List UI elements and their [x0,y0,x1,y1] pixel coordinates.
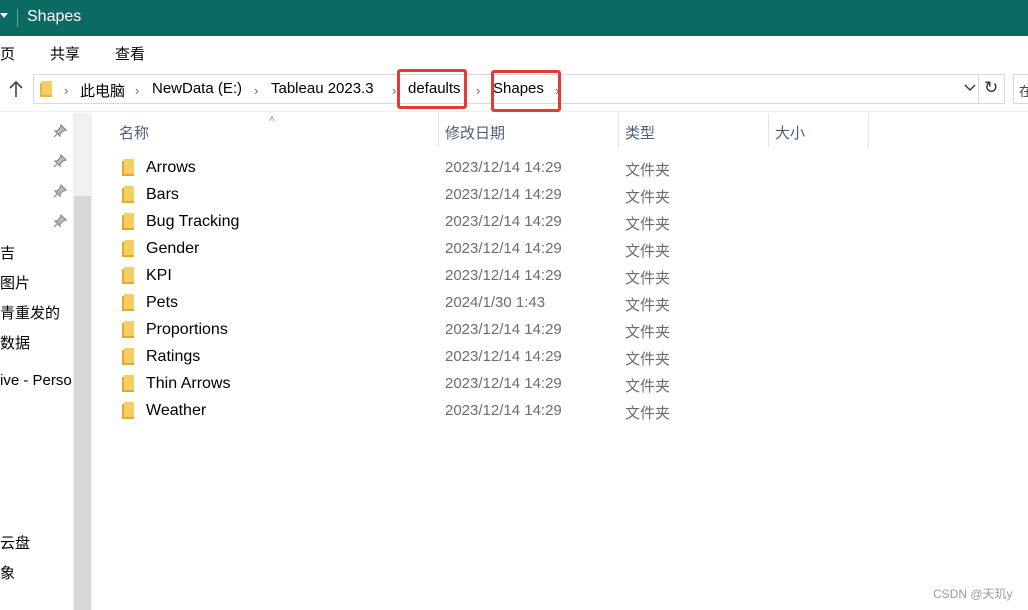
column-header-size[interactable]: 大小 [768,113,868,147]
file-type: 文件夹 [625,270,671,287]
breadcrumb-tableau[interactable]: Tableau 2023.3 [271,80,374,97]
table-row[interactable]: Pets 2024/1/30 1:43 文件夹 [92,290,1028,317]
folder-icon [122,294,134,315]
file-modified-date: 2023/12/14 14:29 [445,186,562,203]
table-row[interactable]: Gender 2023/12/14 14:29 文件夹 [92,236,1028,263]
search-hint: 在 [1019,84,1028,99]
folder-icon [122,348,134,369]
chevron-right-icon[interactable]: › [254,83,258,98]
file-modified-date: 2023/12/14 14:29 [445,267,562,284]
file-type: 文件夹 [625,243,671,260]
file-type: 文件夹 [625,405,671,422]
folder-icon [40,81,52,101]
file-name: Thin Arrows [146,375,231,392]
window-title: Shapes [27,8,82,25]
refresh-icon: ↻ [984,78,999,97]
navigation-pane: 吉 图片 青重发的 数据 ive - Perso 云盘 象 [0,113,73,610]
folder-icon [122,402,134,423]
navigation-bar: › 此电脑 › NewData (E:) › Tableau 2023.3 › … [0,68,1028,112]
file-modified-date: 2023/12/14 14:29 [445,348,562,365]
watermark: CSDN @天玑y [933,587,1013,601]
search-input[interactable]: 在 [1013,74,1028,104]
tab-home[interactable]: 页 [0,43,15,64]
file-list: ˄ 名称 修改日期 类型 大小 Arrows 2023/12/14 14:29 文件… [92,113,1028,610]
tab-view[interactable]: 查看 [115,43,145,64]
chevron-right-icon[interactable]: › [555,83,559,98]
sidebar-item-data[interactable]: 数据 [0,332,30,353]
file-modified-date: 2023/12/14 14:29 [445,402,562,419]
sidebar-item-cloud-drive[interactable]: 云盘 [0,532,30,553]
file-type: 文件夹 [625,189,671,206]
file-type: 文件夹 [625,297,671,314]
sidebar-item-pictures[interactable]: 图片 [0,272,30,293]
table-row[interactable]: Thin Arrows 2023/12/14 14:29 文件夹 [92,371,1028,398]
folder-icon [122,267,134,288]
breadcrumb-defaults[interactable]: defaults [408,80,461,97]
file-type: 文件夹 [625,351,671,368]
title-bar: Shapes [0,0,1028,36]
folder-icon [122,321,134,342]
chevron-down-icon[interactable] [964,81,976,96]
table-row[interactable]: Bug Tracking 2023/12/14 14:29 文件夹 [92,209,1028,236]
sidebar-scrollbar-thumb[interactable] [74,196,91,610]
refresh-button[interactable]: ↻ [979,74,1005,104]
column-header-name[interactable]: 名称 [92,113,438,147]
up-arrow-icon[interactable] [5,78,27,100]
pin-icon[interactable] [53,123,68,138]
folder-icon [122,186,134,207]
file-type: 文件夹 [625,162,671,179]
sidebar-item[interactable]: 吉 [0,242,15,263]
file-modified-date: 2023/12/14 14:29 [445,159,562,176]
breadcrumb-this-pc[interactable]: 此电脑 [80,80,125,101]
folder-icon [122,159,134,180]
sidebar-item-onedrive[interactable]: ive - Perso [0,372,72,389]
column-divider[interactable] [868,113,869,147]
address-bar[interactable]: › 此电脑 › NewData (E:) › Tableau 2023.3 › … [33,74,979,104]
file-type: 文件夹 [625,216,671,233]
column-header-modified[interactable]: 修改日期 [438,113,618,147]
file-name: Weather [146,402,207,419]
file-name: Gender [146,240,200,257]
folder-icon [122,213,134,234]
folder-icon [122,375,134,396]
chevron-right-icon[interactable]: › [392,83,396,98]
pin-icon[interactable] [53,213,68,228]
ribbon-tabs: 页 共享 查看 [0,36,1028,68]
file-modified-date: 2023/12/14 14:29 [445,240,562,257]
file-name: Pets [146,294,179,311]
breadcrumb-shapes[interactable]: Shapes [493,80,544,97]
sidebar-item-objects[interactable]: 象 [0,562,15,583]
folder-icon [122,240,134,261]
column-header-type[interactable]: 类型 [618,113,768,147]
chevron-right-icon[interactable]: › [476,83,480,98]
file-name: Bug Tracking [146,213,240,230]
file-name: Arrows [146,159,196,176]
quick-access-dropdown-icon[interactable] [0,13,8,18]
file-modified-date: 2023/12/14 14:29 [445,213,562,230]
table-row[interactable]: Ratings 2023/12/14 14:29 文件夹 [92,344,1028,371]
file-name: Bars [146,186,179,203]
file-type: 文件夹 [625,378,671,395]
file-name: Proportions [146,321,228,338]
file-type: 文件夹 [625,324,671,341]
file-modified-date: 2024/1/30 1:43 [445,294,546,311]
pin-icon[interactable] [53,183,68,198]
tab-share[interactable]: 共享 [50,43,80,64]
chevron-right-icon[interactable]: › [64,83,68,98]
title-separator [17,9,18,27]
table-row[interactable]: KPI 2023/12/14 14:29 文件夹 [92,263,1028,290]
table-row[interactable]: Arrows 2023/12/14 14:29 文件夹 [92,155,1028,182]
table-row[interactable]: Weather 2023/12/14 14:29 文件夹 [92,398,1028,425]
breadcrumb-drive[interactable]: NewData (E:) [152,80,242,97]
file-name: Ratings [146,348,201,365]
sidebar-item[interactable]: 青重发的 [0,302,60,323]
chevron-right-icon[interactable]: › [135,83,139,98]
file-modified-date: 2023/12/14 14:29 [445,321,562,338]
pin-icon[interactable] [53,153,68,168]
file-name: KPI [146,267,172,284]
file-modified-date: 2023/12/14 14:29 [445,375,562,392]
table-row[interactable]: Bars 2023/12/14 14:29 文件夹 [92,182,1028,209]
table-row[interactable]: Proportions 2023/12/14 14:29 文件夹 [92,317,1028,344]
